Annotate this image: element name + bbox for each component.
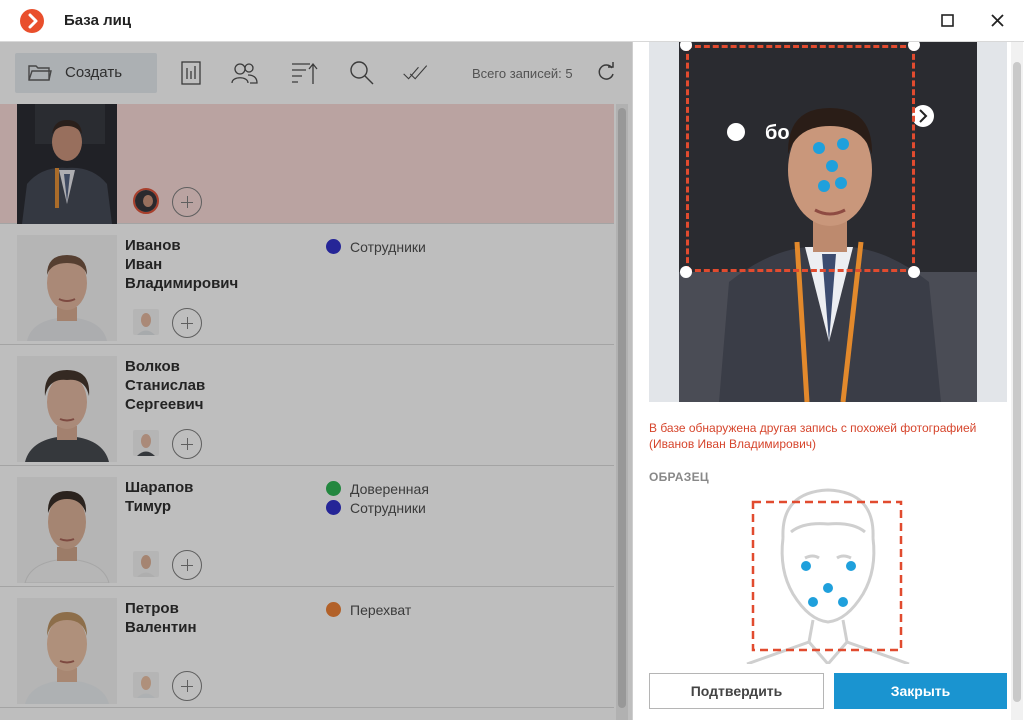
close-button[interactable]: Закрыть	[834, 673, 1007, 709]
maximize-icon	[941, 14, 954, 27]
close-window-button[interactable]	[985, 8, 1011, 34]
modal-backdrop	[0, 42, 632, 720]
next-arrow-icon[interactable]	[912, 105, 934, 127]
maximize-button[interactable]	[935, 8, 961, 34]
title-bar: База лиц	[0, 0, 1024, 42]
window-title: База лиц	[64, 12, 132, 29]
face-detection-box[interactable]	[686, 45, 915, 272]
face-sample-illustration	[746, 488, 910, 664]
duplicate-warning: В базе обнаружена другая запись с похоже…	[649, 421, 977, 451]
confirm-button[interactable]: Подтвердить	[649, 673, 824, 709]
panel-scrollbar[interactable]	[1011, 42, 1023, 720]
app-logo-icon	[20, 9, 44, 33]
resize-handle[interactable]	[680, 266, 692, 278]
photo-viewer: бо	[649, 42, 1007, 402]
resize-handle[interactable]	[908, 266, 920, 278]
close-icon	[991, 14, 1004, 27]
sample-label: ОБРАЗЕЦ	[649, 470, 709, 484]
scrollbar-thumb[interactable]	[1013, 62, 1021, 702]
photo-detail-panel: бо В базе обнаружена другая запись с пох…	[632, 42, 1024, 720]
